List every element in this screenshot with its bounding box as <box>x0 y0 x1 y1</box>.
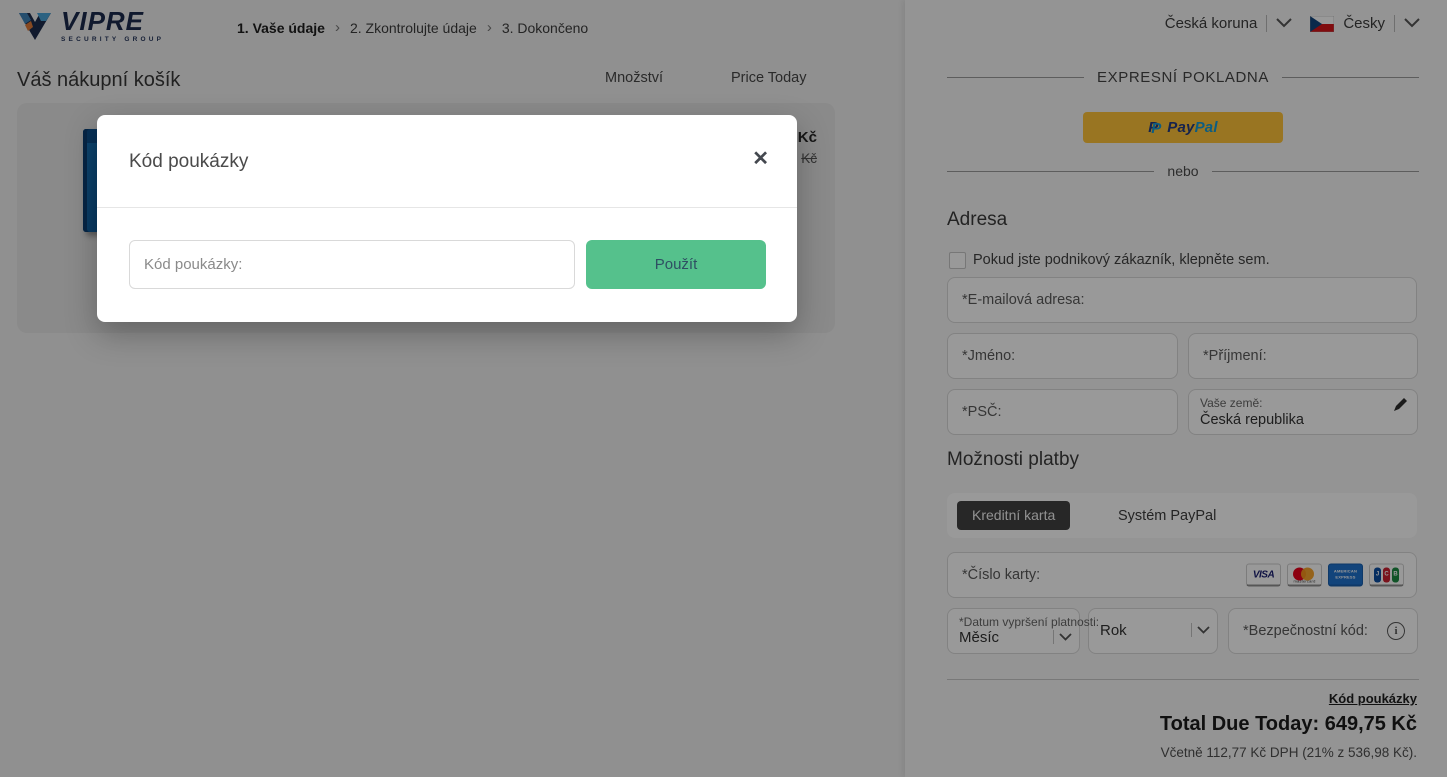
modal-divider <box>97 207 797 208</box>
checkout-page: VIPRE SECURITY GROUP 1. Vaše údaje › 2. … <box>0 0 1447 777</box>
voucher-code-modal: Kód poukázky ✕ Použít <box>97 115 797 322</box>
apply-voucher-button[interactable]: Použít <box>586 240 766 289</box>
modal-title: Kód poukázky <box>129 151 248 173</box>
voucher-code-input[interactable] <box>129 240 575 289</box>
close-icon[interactable]: ✕ <box>752 149 769 169</box>
